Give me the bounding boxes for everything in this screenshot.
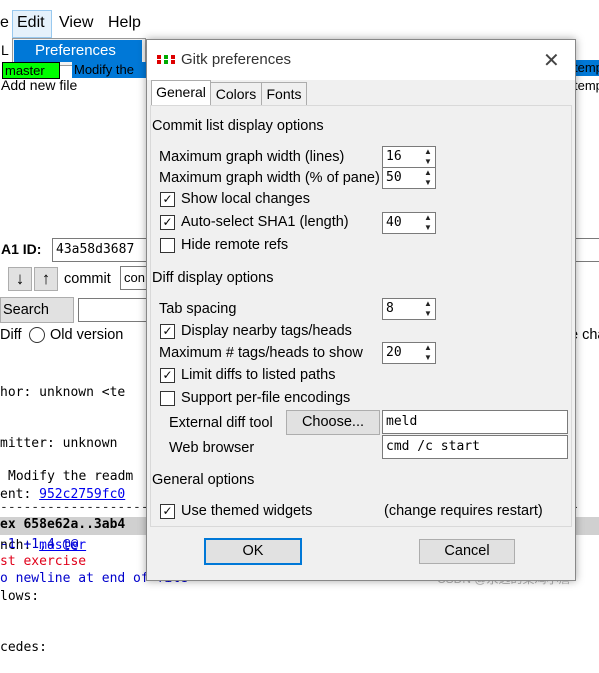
spin-down-icon[interactable]: ▼ — [423, 309, 433, 318]
commit-list-section-heading: Commit list display options — [152, 118, 324, 134]
show-local-changes-checkbox[interactable]: ✓ — [160, 192, 175, 207]
per-file-encodings-label: Support per-file encodings — [181, 390, 351, 406]
right-field[interactable] — [574, 238, 599, 262]
web-browser-label: Web browser — [169, 440, 255, 456]
external-diff-value: meld — [386, 414, 418, 429]
commit-list-row[interactable]: Add new file — [1, 77, 77, 93]
diff-section-heading: Diff display options — [152, 270, 274, 286]
themed-widgets-checkbox[interactable]: ✓ — [160, 504, 175, 519]
old-version-label: Old version — [50, 327, 124, 343]
precedes-line: cedes: — [0, 640, 47, 655]
checkmark-icon: ✓ — [162, 324, 173, 338]
diff-hunk-header: -1 +1,4 @@ — [0, 537, 79, 552]
choose-button[interactable]: Choose... — [286, 410, 380, 435]
general-section-heading: General options — [152, 472, 255, 488]
selected-commit-row[interactable]: Modify the — [72, 62, 146, 78]
gitk-app-icon — [157, 55, 175, 64]
spin-down-icon[interactable]: ▼ — [423, 223, 433, 232]
tab-fonts[interactable]: Fonts — [261, 82, 307, 107]
auto-select-sha1-value: 40 — [386, 215, 402, 230]
cancel-button[interactable]: Cancel — [419, 539, 515, 564]
spin-down-icon[interactable]: ▼ — [423, 353, 433, 362]
max-graph-width-pct-label: Maximum graph width (% of pane) — [159, 170, 380, 186]
search-button[interactable]: Search — [0, 297, 74, 323]
tab-spacing-label: Tab spacing — [159, 301, 237, 317]
menu-file-clipped[interactable]: e — [0, 14, 9, 32]
find-type-field[interactable]: con — [120, 266, 148, 290]
committer-line: mitter: unknown — [0, 436, 126, 451]
spin-down-icon[interactable]: ▼ — [423, 157, 433, 166]
spin-down-icon[interactable]: ▼ — [423, 178, 433, 187]
auto-select-sha1-label: Auto-select SHA1 (length) — [181, 214, 349, 230]
commit-message: Modify the readm — [8, 469, 134, 484]
preferences-dialog: Gitk preferences ✕ General Colors Fonts … — [146, 39, 576, 581]
max-graph-width-lines-label: Maximum graph width (lines) — [159, 149, 345, 165]
max-tags-value: 20 — [386, 345, 402, 360]
checkmark-icon: ✓ — [162, 215, 173, 229]
sha1-label: A1 ID: — [1, 241, 42, 257]
display-nearby-tags-label: Display nearby tags/heads — [181, 323, 352, 339]
limit-diffs-checkbox[interactable]: ✓ — [160, 368, 175, 383]
spin-up-icon[interactable]: ▲ — [423, 213, 433, 222]
down-arrow-button[interactable]: ↓ — [8, 267, 32, 291]
show-local-changes-label: Show local changes — [181, 191, 310, 207]
diff-radio-label[interactable]: Diff — [0, 327, 22, 343]
tab-general[interactable]: General — [151, 80, 211, 107]
search-field[interactable] — [78, 298, 148, 322]
web-browser-field[interactable]: cmd /c start — [382, 435, 568, 459]
display-nearby-tags-checkbox[interactable]: ✓ — [160, 324, 175, 339]
menubar: e Edit View Help — [0, 8, 599, 36]
author-line: hor: unknown <te — [0, 385, 126, 400]
preferences-menu-item[interactable]: Preferences — [14, 40, 142, 62]
tab-spacing-spinbox[interactable]: 8 ▲ ▼ — [382, 298, 436, 320]
auto-select-sha1-spinbox[interactable]: 40 ▲ ▼ — [382, 212, 436, 234]
tab-colors[interactable]: Colors — [210, 82, 262, 107]
spin-up-icon[interactable]: ▲ — [423, 343, 433, 352]
old-version-radio[interactable] — [29, 327, 45, 343]
arrow-down-icon: ↓ — [15, 269, 25, 288]
max-tags-label: Maximum # tags/heads to show — [159, 345, 363, 361]
checkmark-icon: ✓ — [162, 192, 173, 206]
menu-edit[interactable]: Edit — [17, 14, 45, 32]
ok-button[interactable]: OK — [204, 538, 302, 565]
max-tags-spinbox[interactable]: 20 ▲ ▼ — [382, 342, 436, 364]
dialog-title: Gitk preferences — [181, 51, 292, 68]
auto-select-sha1-checkbox[interactable]: ✓ — [160, 215, 175, 230]
tab-spacing-value: 8 — [386, 301, 394, 316]
commit-list-fragment: L — [1, 42, 9, 58]
restart-note: (change requires restart) — [384, 503, 543, 519]
hide-remote-refs-label: Hide remote refs — [181, 237, 289, 253]
commit-label: commit — [64, 271, 111, 287]
spin-up-icon[interactable]: ▲ — [423, 168, 433, 177]
right-pane-selected: temp — [574, 60, 599, 76]
follows-line: lows: — [0, 589, 40, 604]
sha1-field[interactable]: 43a58d3687 — [52, 238, 148, 262]
checkmark-icon: ✓ — [162, 368, 173, 382]
max-graph-width-lines-value: 16 — [386, 149, 402, 164]
right-pane-text: temp — [574, 78, 599, 93]
dialog-titlebar[interactable]: Gitk preferences ✕ — [147, 40, 575, 80]
max-graph-width-pct-value: 50 — [386, 170, 402, 185]
themed-widgets-label: Use themed widgets — [181, 503, 313, 519]
arrow-up-icon: ↑ — [41, 269, 51, 288]
max-graph-width-lines-spinbox[interactable]: 16 ▲ ▼ — [382, 146, 436, 168]
limit-diffs-label: Limit diffs to listed paths — [181, 367, 336, 383]
spin-up-icon[interactable]: ▲ — [423, 147, 433, 156]
menu-view[interactable]: View — [59, 14, 93, 32]
close-icon[interactable]: ✕ — [543, 48, 560, 73]
spin-up-icon[interactable]: ▲ — [423, 299, 433, 308]
max-graph-width-pct-spinbox[interactable]: 50 ▲ ▼ — [382, 167, 436, 189]
checkmark-icon: ✓ — [162, 504, 173, 518]
hide-remote-refs-checkbox[interactable] — [160, 238, 175, 253]
web-browser-value: cmd /c start — [386, 439, 480, 454]
menu-help[interactable]: Help — [108, 14, 141, 32]
diff-removed-line: st exercise — [0, 554, 87, 569]
external-diff-field[interactable]: meld — [382, 410, 568, 434]
up-arrow-button[interactable]: ↑ — [34, 267, 58, 291]
per-file-encodings-checkbox[interactable] — [160, 391, 175, 406]
external-diff-label: External diff tool — [169, 415, 273, 431]
